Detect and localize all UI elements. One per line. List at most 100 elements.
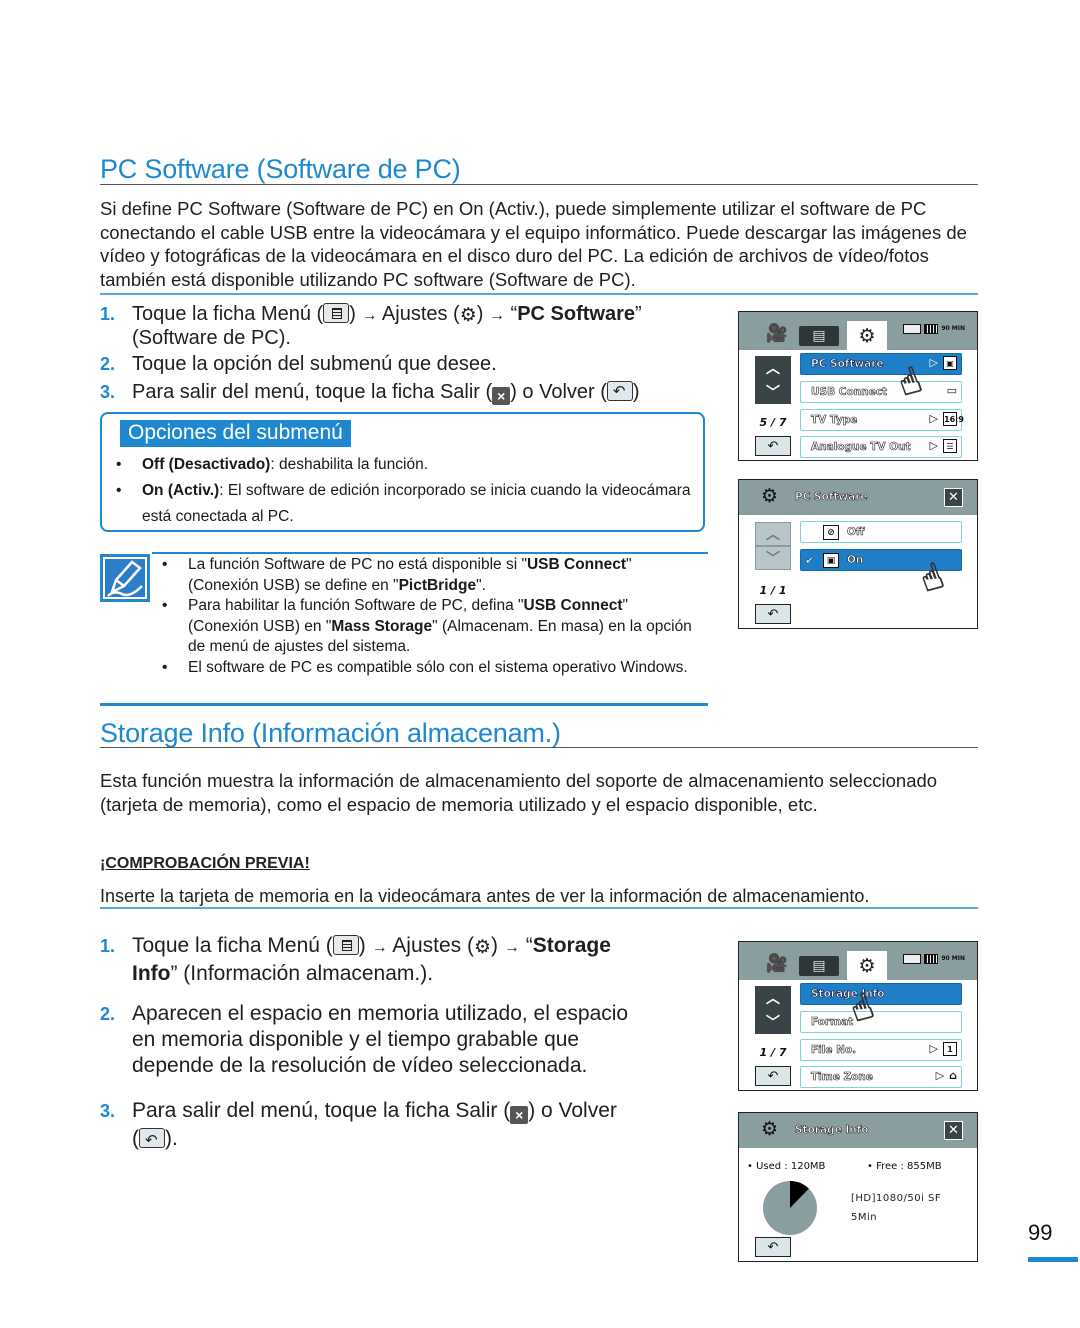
precheck-text: Inserte la tarjeta de memoria en la vide…	[100, 886, 870, 906]
pc-software-icon: ▣	[943, 356, 957, 370]
screen-header: 🎥 ▤ ⚙ 90 MIN	[739, 942, 977, 980]
arrow-icon: →	[503, 939, 520, 956]
menu-item-usb-connect[interactable]: USB Connect ▭	[800, 381, 962, 403]
step-number: 3.	[100, 382, 116, 402]
back-icon	[606, 380, 633, 403]
page-number-bar	[1028, 1257, 1078, 1262]
precheck-divider	[100, 907, 978, 909]
exit-button[interactable]: ✕	[944, 488, 963, 507]
submenu-item-on: • On (Activ.): El software de edición inc…	[116, 482, 691, 525]
arrow-icon: →	[361, 307, 378, 324]
pc-software-intro: Si define PC Software (Software de PC) e…	[100, 198, 967, 290]
exit-x-icon: ×	[510, 1106, 529, 1124]
step-3: 3. Para salir del menú, toque la ficha Sa…	[100, 1097, 700, 1154]
scroll-up-button[interactable]: ︿	[755, 522, 791, 546]
menu-item-tv-type[interactable]: TV Type ▷ 16:9	[800, 409, 964, 431]
storage-info-intro: Esta función muestra la información de a…	[100, 770, 938, 815]
camera-screen-settings-menu-storage: 🎥 ▤ ⚙ 90 MIN ︿ ﹀ 1 / 7 ↶ Storage Info Fo…	[738, 941, 978, 1091]
settings-tab-icon[interactable]: ⚙	[847, 951, 887, 980]
status-icons: 90 MIN	[903, 954, 965, 964]
check-icon: ✔	[805, 553, 815, 567]
scroll-down-button[interactable]: ﹀	[755, 380, 791, 404]
page-indicator: 1 / 1	[759, 584, 787, 597]
section-title-storage-info: Storage Info (Información almacenam.)	[100, 718, 561, 748]
free-space: • Free : 855MB	[867, 1161, 942, 1172]
section-title-pc-software: PC Software (Software de PC)	[100, 154, 461, 184]
battery-icon	[924, 954, 939, 964]
menu-item-format[interactable]: Format	[800, 1011, 962, 1033]
menu-item-file-no[interactable]: File No. ▷ 1	[800, 1039, 962, 1061]
note-pencil-icon	[100, 554, 150, 602]
title-underline	[100, 184, 978, 185]
resolution-info: [HD]1080/50i SF 5Min	[851, 1189, 941, 1227]
step-number: 1.	[100, 936, 116, 956]
menu-item-analogue-tv-out[interactable]: Analogue TV Out ▷ ☰	[800, 436, 962, 458]
back-button[interactable]: ↶	[755, 1237, 791, 1257]
menu-tab-icon	[332, 935, 359, 955]
page-indicator: 1 / 7	[759, 1046, 787, 1059]
camera-tab-icon[interactable]: 🎥	[755, 320, 799, 346]
tv-type-icon: 16:9	[943, 412, 964, 426]
note-item: • La función Software de PC no está dispo…	[162, 556, 632, 594]
option-off[interactable]: ⊘ Off	[800, 521, 962, 543]
screen-header: ⚙ Storage Info ✕	[739, 1113, 977, 1148]
back-button[interactable]: ↶	[755, 1066, 791, 1086]
menu-item-storage-info[interactable]: Storage Info	[800, 983, 962, 1005]
scroll-up-button[interactable]: ︿	[755, 356, 791, 380]
settings-gear-icon: ⚙	[459, 305, 477, 326]
note-section: • La función Software de PC no está dispo…	[100, 552, 708, 706]
play-arrow-icon: ▷	[935, 1069, 945, 1082]
scroll-down-button[interactable]: ﹀	[755, 546, 791, 570]
note-bottom-rule	[100, 703, 708, 706]
menu-tab-icon[interactable]: ▤	[799, 326, 839, 346]
exit-x-icon: ×	[492, 387, 511, 405]
menu-item-pc-software[interactable]: PC Software ▷ ▣	[800, 353, 962, 375]
title-underline	[100, 747, 978, 748]
back-button[interactable]: ↶	[755, 436, 791, 456]
storage-pie-chart	[763, 1181, 817, 1235]
screen-header: ⚙ PC Software ✕	[739, 480, 977, 515]
play-arrow-icon: ▷	[929, 412, 938, 425]
battery-icon	[924, 324, 939, 334]
step-number: 2.	[100, 1004, 116, 1024]
note-item: • El software de PC es compatible sólo co…	[162, 658, 688, 676]
note-item: • Para habilitar la función Software de P…	[162, 597, 692, 655]
status-icons: 90 MIN	[903, 324, 965, 334]
memory-card-icon	[903, 324, 922, 334]
camera-screen-settings-menu: 🎥 ▤ ⚙ 90 MIN ︿ ﹀ 5 / 7 ↶ PC Software ▷ ▣ U…	[738, 311, 978, 461]
camera-tab-icon[interactable]: 🎥	[755, 950, 799, 976]
play-arrow-icon: ▷	[929, 356, 938, 369]
used-space: • Used : 120MB	[747, 1161, 826, 1172]
settings-tab-icon[interactable]: ⚙	[847, 321, 887, 350]
scroll-down-button[interactable]: ﹀	[755, 1010, 791, 1034]
home-clock-icon: ⌂	[949, 1069, 957, 1082]
submenu-options-box: Opciones del submenú • Off (Desactivado):…	[100, 412, 705, 532]
step-number: 1.	[100, 304, 116, 324]
play-arrow-icon: ▷	[929, 1042, 938, 1055]
camera-screen-pc-software-submenu: ⚙ PC Software ✕ ︿ ﹀ 1 / 1 ↶ ⊘ Off ✔ ▣ On ☝	[738, 479, 978, 629]
step-1: 1. Toque la ficha Menú () → Ajustes (⚙) →…	[100, 303, 642, 349]
menu-tab-icon	[323, 303, 350, 323]
step-3: 3. Para salir del menú, toque la ficha Sa…	[100, 380, 720, 405]
submenu-item-off: • Off (Desactivado): deshabilita la funci…	[116, 456, 429, 473]
note-list: • La función Software de PC no está dispo…	[162, 555, 700, 678]
back-icon	[139, 1127, 165, 1154]
camera-screen-storage-info: ⚙ Storage Info ✕ • Used : 120MB • Free :…	[738, 1112, 978, 1262]
page-number: 99	[1028, 1220, 1053, 1245]
step-number: 2.	[100, 354, 116, 374]
menu-tab-icon[interactable]: ▤	[799, 956, 839, 976]
step-2: 2. Toque la opción del submenú que desee.	[100, 353, 497, 375]
remaining-time: 90 MIN	[941, 325, 965, 332]
back-button[interactable]: ↶	[755, 604, 791, 624]
arrow-icon: →	[488, 307, 505, 324]
step-2: 2. Aparecen el espacio en memoria utiliza…	[100, 1002, 629, 1077]
memory-card-icon	[903, 954, 922, 964]
submenu-list: • Off (Desactivado): deshabilita la funci…	[116, 452, 693, 530]
intro-divider	[100, 293, 978, 295]
exit-button[interactable]: ✕	[944, 1121, 963, 1140]
scroll-up-button[interactable]: ︿	[755, 986, 791, 1010]
menu-item-time-zone[interactable]: Time Zone ▷ ⌂	[800, 1066, 962, 1088]
settings-gear-icon: ⚙	[761, 1118, 779, 1140]
tv-out-icon: ☰	[943, 439, 957, 453]
screen-header: 🎥 ▤ ⚙ 90 MIN	[739, 312, 977, 350]
